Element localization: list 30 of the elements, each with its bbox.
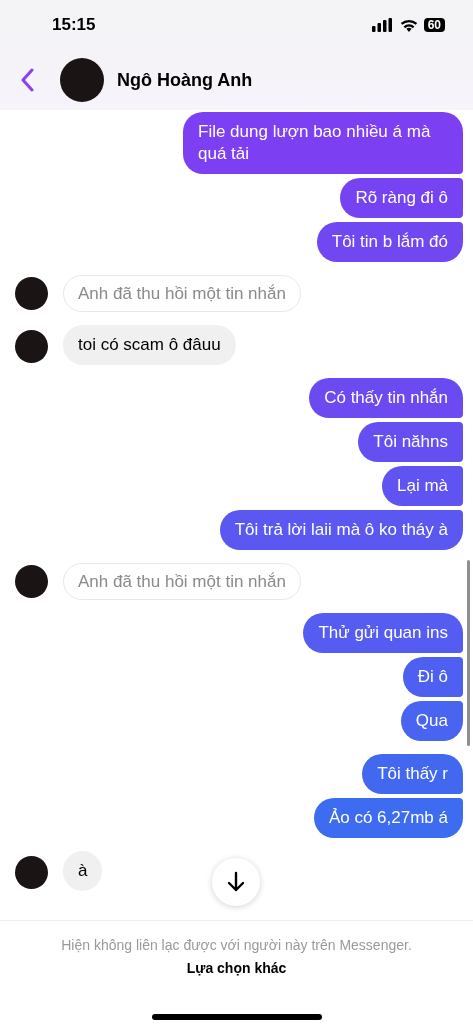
avatar[interactable]: [15, 856, 48, 889]
sent-message[interactable]: Thử gửi quan ins: [303, 613, 463, 653]
received-message[interactable]: à: [63, 851, 103, 891]
avatar[interactable]: [15, 565, 48, 598]
sent-message[interactable]: Lại mà: [381, 466, 463, 506]
sent-message[interactable]: File dung lượn bao nhiều á mà quá tải: [183, 112, 463, 174]
scroll-down-button[interactable]: [212, 858, 260, 906]
sent-message[interactable]: Ảo có 6,27mb á: [313, 798, 463, 838]
sent-message[interactable]: Tôi trả lời laii mà ô ko tháy à: [219, 510, 463, 550]
back-icon[interactable]: [20, 68, 36, 92]
contact-name[interactable]: Ngô Hoàng Anh: [117, 66, 253, 94]
wifi-icon: [399, 18, 418, 32]
sent-message[interactable]: Tôi năhns: [358, 422, 463, 462]
sent-message[interactable]: Có thấy tin nhắn: [309, 378, 463, 418]
sent-message[interactable]: Tôi tin b lắm đó: [316, 222, 463, 262]
avatar[interactable]: [60, 58, 104, 102]
received-message[interactable]: toi có scam ô đâuu: [63, 325, 236, 365]
sent-message[interactable]: Rõ ràng đi ô: [340, 178, 463, 218]
battery-indicator: 60: [423, 18, 445, 32]
avatar[interactable]: [15, 330, 48, 363]
sent-message[interactable]: Tôi thấy r: [362, 754, 463, 794]
sent-message[interactable]: Đi ô: [402, 657, 463, 697]
scrollbar[interactable]: [467, 560, 470, 746]
signal-icon: [371, 18, 394, 32]
other-options-link[interactable]: Lựa chọn khác: [186, 958, 287, 979]
sent-message[interactable]: Qua: [400, 701, 463, 741]
status-time: 15:15: [52, 14, 96, 37]
unavailable-notice: Hiện không liên lạc được với người này trên Messenger.: [61, 936, 412, 955]
arrow-down-icon: [226, 871, 246, 893]
avatar[interactable]: [15, 277, 48, 310]
